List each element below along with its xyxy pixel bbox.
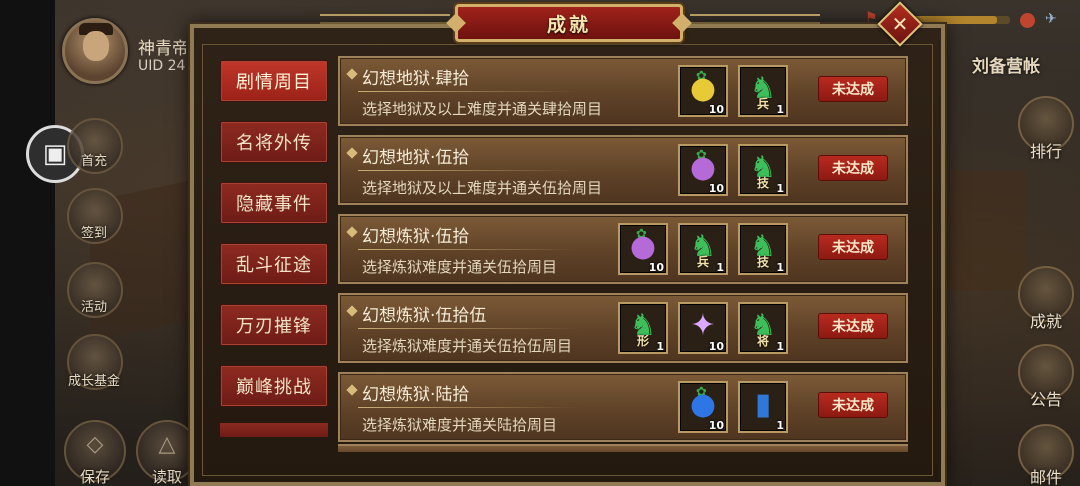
first-recharge-label: 首充	[80, 154, 107, 169]
achievement-description: 选择炼狱难度并通关伍拾伍周目	[362, 337, 573, 355]
title-ornament	[320, 14, 450, 24]
tab-blade-assault[interactable]: 万刃摧锋	[220, 304, 328, 346]
reward-item[interactable]: ♞ 技 1	[738, 223, 788, 275]
dialog-title: 成就	[546, 13, 591, 36]
player-avatar[interactable]	[62, 18, 128, 84]
achievement-row: 幻想炼狱·陆拾选择炼狱难度并通关陆拾周目 ✿ ● 10 ▮ 1 未达成	[338, 372, 908, 442]
tab-hidden-events[interactable]: 隐藏事件	[220, 182, 328, 224]
reward-item[interactable]: ✿ ● 10	[678, 381, 728, 433]
reward-count: 1	[776, 261, 784, 274]
title-ornament	[690, 14, 820, 24]
achievement-row: 幻想炼狱·伍拾伍选择炼狱难度并通关伍拾伍周目 ♞ 形 1 ✦ 10 ♞ 将 1 未达成	[338, 293, 908, 363]
status-badge[interactable]: 未达成	[818, 313, 888, 339]
save-label: 保存	[79, 468, 110, 486]
load-icon: △	[158, 432, 176, 457]
achievement-row-partial	[338, 444, 908, 452]
status-badge[interactable]: 未达成	[818, 76, 888, 102]
reward-item[interactable]: ♞ 形 1	[618, 302, 668, 354]
mail-label: 邮件	[1029, 468, 1062, 486]
reward-item[interactable]: ✦ 10	[678, 302, 728, 354]
achievement-row: 幻想地狱·伍拾选择地狱及以上难度并通关伍拾周目 ✿ ● 10 ♞ 技 1 未达成	[338, 135, 908, 205]
achievement-title: 幻想地狱·伍拾	[362, 148, 470, 168]
notice-label: 公告	[1029, 390, 1062, 409]
achievement-description: 选择炼狱难度并通关伍拾周目	[362, 258, 558, 276]
load-label: 读取	[151, 468, 182, 486]
sign-in-label: 签到	[80, 226, 107, 241]
reward-count: 1	[776, 103, 784, 116]
divider	[358, 170, 578, 171]
tab-peak-challenge[interactable]: 巅峰挑战	[220, 365, 328, 407]
achievement-title: 幻想炼狱·伍拾	[362, 227, 470, 247]
achievement-row: 幻想地狱·肆拾选择地狱及以上难度并通关肆拾周目 ✿ ● 10 ♞ 兵 1 未达成	[338, 56, 908, 126]
scene-building	[945, 170, 1025, 290]
reward-count: 10	[708, 340, 724, 353]
tab-story-cycle[interactable]: 剧情周目	[220, 60, 328, 102]
player-uid: UID 2405	[138, 58, 186, 74]
achievement-title: 幻想地狱·肆拾	[362, 69, 470, 89]
reward-item[interactable]: ✿ ● 10	[618, 223, 668, 275]
reward-count: 1	[716, 261, 724, 274]
achievement-description: 选择地狱及以上难度并通关伍拾周目	[362, 179, 603, 197]
reward-item[interactable]: ♞ 技 1	[738, 144, 788, 196]
ranking-label: 排行	[1029, 142, 1062, 161]
reward-count: 1	[776, 419, 784, 432]
reward-item[interactable]: ▮ 1	[738, 381, 788, 433]
wing-icon: ✈	[1045, 11, 1057, 27]
reward-item[interactable]: ♞ 兵 1	[678, 223, 728, 275]
divider	[358, 91, 578, 92]
achievement-title: 幻想炼狱·伍拾伍	[362, 306, 487, 326]
tab-overflow[interactable]	[220, 423, 328, 437]
achievement-title: 幻想炼狱·陆拾	[362, 385, 470, 405]
growth-fund-label: 成长基金	[67, 374, 120, 389]
reward-count: 1	[776, 340, 784, 353]
save-icon: ◇	[86, 432, 104, 457]
reward-item[interactable]: ✿ ● 10	[678, 65, 728, 117]
gem-icon	[1020, 13, 1035, 28]
achievement-list[interactable]: 幻想地狱·肆拾 选择地狱及以上难度并通关肆拾周目 ✿ ● 10 ♞ 兵 1 未达成 幻想地狱·伍拾…	[338, 52, 910, 452]
achievement-description: 选择地狱及以上难度并通关肆拾周目	[362, 100, 603, 118]
tab-famous-generals[interactable]: 名将外传	[220, 121, 328, 163]
close-icon: ✕	[891, 12, 909, 36]
dialog-title-plate: 成就	[455, 4, 683, 42]
player-name: 神青帝姜	[138, 39, 186, 59]
divider	[358, 328, 578, 329]
reward-item[interactable]: ✿ ● 10	[678, 144, 728, 196]
reward-count: 10	[648, 261, 664, 274]
status-badge[interactable]: 未达成	[818, 234, 888, 260]
achievement-label: 成就	[1029, 312, 1062, 331]
status-badge[interactable]: 未达成	[818, 155, 888, 181]
divider	[358, 249, 578, 250]
reward-count: 10	[708, 103, 724, 116]
achievement-description: 选择炼狱难度并通关陆拾周目	[362, 416, 558, 434]
reward-count: 1	[656, 340, 664, 353]
reward-count: 10	[708, 182, 724, 195]
reward-count: 1	[776, 182, 784, 195]
reward-count: 10	[708, 419, 724, 432]
screen-edge	[0, 0, 55, 486]
scene-tab-liubei-camp[interactable]: 刘备营帐	[972, 52, 1040, 77]
divider	[358, 407, 578, 408]
reward-item[interactable]: ♞ 将 1	[738, 302, 788, 354]
tab-brawl-journey[interactable]: 乱斗征途	[220, 243, 328, 285]
achievement-row: 幻想炼狱·伍拾选择炼狱难度并通关伍拾周目 ✿ ● 10 ♞ 兵 1 ♞ 技 1 未达成	[338, 214, 908, 284]
events-label: 活动	[80, 300, 107, 315]
status-badge[interactable]: 未达成	[818, 392, 888, 418]
reward-item[interactable]: ♞ 兵 1	[738, 65, 788, 117]
